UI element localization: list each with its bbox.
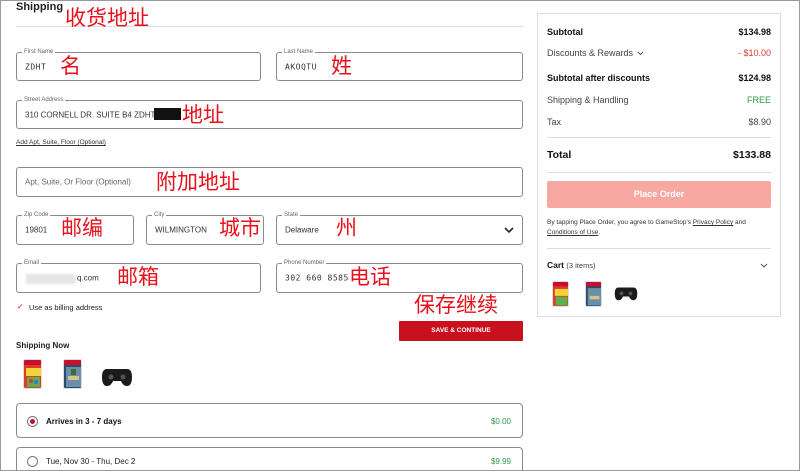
annotation-state: 州 xyxy=(336,216,357,240)
controller-icon xyxy=(614,287,638,301)
discounts-label: Discounts & Rewards xyxy=(547,48,634,58)
email-value: q.com xyxy=(77,273,99,283)
email-label: Email xyxy=(22,259,42,267)
shipping-option-express[interactable]: Tue, Nov 30 - Thu, Dec 2 $9.99 xyxy=(16,447,523,471)
zelda-game-thumbnail xyxy=(585,281,602,307)
annotation-first-name: 名 xyxy=(60,54,81,78)
after-discounts-row: Subtotal after discounts $124.98 xyxy=(547,73,771,85)
discounts-row[interactable]: Discounts & Rewards - $10.00 xyxy=(547,48,771,60)
divider xyxy=(547,137,771,138)
shipping-row: Shipping & Handling FREE xyxy=(547,95,771,107)
first-name-value: ZDHT xyxy=(25,62,47,71)
street-address-field[interactable]: Street Address 310 CORNELL DR. SUITE B4 … xyxy=(16,96,523,129)
annotation-email: 邮箱 xyxy=(117,265,159,289)
cart-header[interactable]: Cart (3 items) xyxy=(547,260,596,270)
save-continue-button[interactable]: SAVE & CONTINUE xyxy=(399,321,523,341)
first-name-field[interactable]: First Name ZDHT xyxy=(16,48,261,81)
last-name-label: Last Name xyxy=(282,48,316,56)
privacy-policy-link[interactable]: Privacy Policy xyxy=(693,219,733,226)
annotation-city: 城市 xyxy=(219,216,261,240)
subtotal-label: Subtotal xyxy=(547,27,583,37)
legal-and: and xyxy=(733,219,746,226)
city-value: WILMINGTON xyxy=(155,225,207,235)
first-name-label: First Name xyxy=(22,48,56,56)
annotation-last-name: 姓 xyxy=(331,54,352,78)
street-address-value: 310 CORNELL DR. SUITE B4 ZDHT xyxy=(25,110,156,119)
legal-suffix: . xyxy=(598,229,601,236)
subtotal-row: Subtotal $134.98 xyxy=(547,27,771,39)
zelda-game-thumbnail xyxy=(63,359,82,389)
shipping-value: FREE xyxy=(746,95,771,105)
legal-text: By tapping Place Order, you agree to Gam… xyxy=(547,218,773,238)
mario-game-thumbnail xyxy=(552,281,569,307)
divider xyxy=(547,248,771,249)
cart-count: (3 items) xyxy=(566,261,596,270)
order-summary: Subtotal $134.98 Discounts & Rewards - $… xyxy=(537,13,781,317)
tax-value: $8.90 xyxy=(748,117,771,127)
last-name-value: AKOQTU xyxy=(285,62,317,71)
add-apt-link[interactable]: Add Apt, Suite, Floor (Optional) xyxy=(16,139,106,146)
state-value: Delaware xyxy=(285,225,319,235)
city-label: City xyxy=(152,211,167,219)
discounts-value: - $10.00 xyxy=(737,48,771,58)
phone-field[interactable]: Phone Number 302 660 8585 xyxy=(276,259,523,293)
phone-label: Phone Number xyxy=(282,259,327,267)
last-name-field[interactable]: Last Name AKOQTU xyxy=(276,48,523,81)
chevron-down-icon xyxy=(504,227,514,234)
annotation-save: 保存继续 xyxy=(414,293,498,317)
after-discounts-value: $124.98 xyxy=(738,73,771,83)
annotation-apt: 附加地址 xyxy=(156,170,240,194)
after-discounts-label: Subtotal after discounts xyxy=(547,73,651,83)
shipping-option-standard[interactable]: Arrives in 3 - 7 days $0.00 xyxy=(16,403,523,438)
place-order-button[interactable]: Place Order xyxy=(547,181,771,208)
billing-checkbox[interactable]: ✓ xyxy=(17,303,25,311)
option-label: Tue, Nov 30 - Thu, Dec 2 xyxy=(46,457,136,466)
apt-placeholder: Apt, Suite, Or Floor (Optional) xyxy=(25,177,131,187)
total-label: Total xyxy=(547,149,572,161)
zip-label: Zip Code xyxy=(22,211,51,219)
street-address-label: Street Address xyxy=(22,96,66,104)
state-select[interactable]: State Delaware xyxy=(276,211,523,245)
shipping-now-heading: Shipping Now xyxy=(16,341,70,350)
tax-row: Tax $8.90 xyxy=(547,117,771,129)
option-price: $9.99 xyxy=(490,457,511,466)
legal-prefix: By tapping Place Order, you agree to Gam… xyxy=(547,219,693,226)
total-row: Total $133.88 xyxy=(547,149,771,163)
option-price: $0.00 xyxy=(490,417,511,426)
chevron-down-icon xyxy=(637,51,644,56)
option-label: Arrives in 3 - 7 days xyxy=(46,417,122,426)
mario-game-thumbnail xyxy=(23,359,42,389)
total-value: $133.88 xyxy=(733,149,771,161)
email-blur xyxy=(26,274,76,284)
shipping-label: Shipping & Handling xyxy=(547,95,629,105)
radio-unselected[interactable] xyxy=(27,456,38,467)
annotation-street: 地址 xyxy=(182,103,224,127)
zip-value: 19801 xyxy=(25,225,48,235)
radio-selected[interactable] xyxy=(27,416,38,427)
tax-label: Tax xyxy=(547,117,562,127)
cart-label: Cart xyxy=(547,260,565,270)
state-label: State xyxy=(282,211,301,219)
apt-field[interactable]: Apt, Suite, Or Floor (Optional) xyxy=(16,167,523,197)
chevron-down-icon[interactable] xyxy=(760,263,768,268)
annotation-phone: 电话 xyxy=(349,265,391,289)
shipping-title: Shipping xyxy=(16,1,64,13)
controller-icon xyxy=(102,369,132,386)
phone-value: 302 660 8585 xyxy=(285,273,349,283)
subtotal-value: $134.98 xyxy=(738,27,771,37)
divider xyxy=(547,172,771,173)
conditions-link[interactable]: Conditions of Use xyxy=(547,229,598,236)
billing-checkbox-label: Use as billing address xyxy=(29,303,103,312)
annotation-zip: 邮编 xyxy=(61,216,103,240)
annotation-title: 收货地址 xyxy=(65,6,149,30)
redaction-block xyxy=(154,108,181,120)
